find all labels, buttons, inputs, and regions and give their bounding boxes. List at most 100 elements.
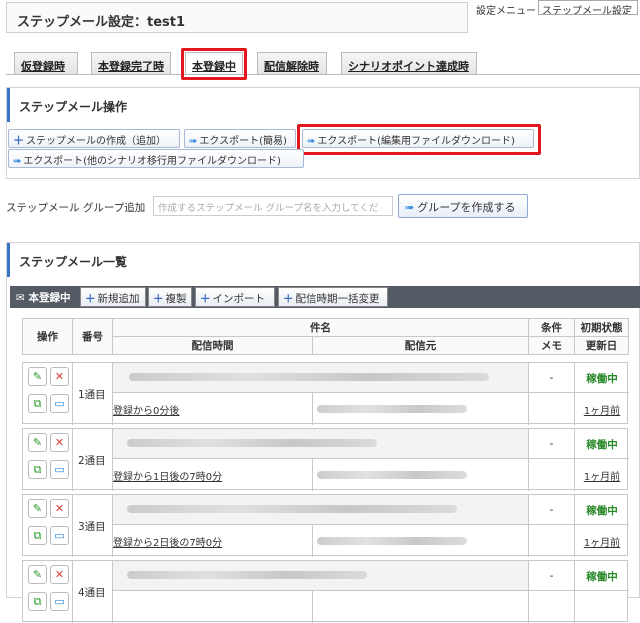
row-status: 稼働中 bbox=[575, 429, 629, 459]
export-simple-button[interactable]: ➠ エクスポート(簡易) bbox=[184, 129, 296, 148]
row-subject[interactable] bbox=[113, 363, 529, 393]
new-stepmail-button[interactable]: ＋新規追加 bbox=[80, 287, 146, 307]
plus-icon: ＋ bbox=[200, 293, 211, 305]
tab-scenario-point[interactable]: シナリオポイント達成時 bbox=[341, 52, 477, 74]
copy-icon[interactable]: ⧉ bbox=[28, 526, 47, 545]
row-actions: ✎ ✕ ⧉ ▭ bbox=[23, 363, 73, 425]
row-updated[interactable]: 1ヶ月前 bbox=[575, 525, 629, 557]
import-button[interactable]: ＋インポート bbox=[195, 287, 275, 307]
export-highlight-annotation bbox=[297, 124, 541, 155]
row-subject[interactable] bbox=[113, 495, 529, 525]
delete-icon[interactable]: ✕ bbox=[50, 367, 69, 386]
create-stepmail-button[interactable]: ＋ステップメールの作成（追加） bbox=[8, 129, 180, 148]
tab-highlight-annotation bbox=[181, 48, 247, 80]
edit-icon[interactable]: ✎ bbox=[28, 565, 47, 584]
row-timing[interactable]: 登録から2日後の7時0分 bbox=[113, 525, 313, 557]
copy-stepmail-label: 複製 bbox=[165, 293, 187, 305]
top-bar: ステップメール設定：test1 設定メニュー ステップメール設定 bbox=[0, 0, 640, 38]
create-group-label: グループを作成する bbox=[417, 201, 516, 214]
copy-icon[interactable]: ⧉ bbox=[28, 592, 47, 611]
row-timing[interactable]: 登録から0分後 bbox=[113, 393, 313, 425]
blurred-text bbox=[127, 505, 457, 513]
preview-icon[interactable]: ▭ bbox=[50, 460, 69, 479]
col-timing: 配信時間 bbox=[112, 336, 313, 355]
col-actions: 操作 bbox=[22, 318, 73, 355]
col-condition: 条件 bbox=[528, 318, 575, 337]
row-updated[interactable]: 1ヶ月前 bbox=[575, 459, 629, 491]
preview-icon[interactable]: ▭ bbox=[50, 526, 69, 545]
row-number: 3通目 bbox=[73, 495, 113, 557]
row-status: 稼働中 bbox=[575, 363, 629, 393]
row-subject[interactable] bbox=[113, 561, 529, 591]
col-sender: 配信元 bbox=[312, 336, 529, 355]
row-status: 稼働中 bbox=[575, 561, 629, 591]
bulk-change-button[interactable]: ＋配信時期一括変更 bbox=[278, 287, 388, 307]
blurred-text bbox=[129, 373, 489, 381]
group-name-input[interactable]: 作成するステップメール グループ名を入力してくだ bbox=[153, 196, 393, 216]
operations-heading: ステップメール操作 bbox=[7, 88, 639, 122]
col-memo: メモ bbox=[528, 336, 575, 355]
table-row: ✎ ✕ ⧉ ▭ 1通目 登録から0分後 - 稼働中 1ヶ月前 bbox=[22, 362, 629, 425]
row-subject[interactable] bbox=[113, 429, 529, 459]
export-simple-label: エクスポート(簡易) bbox=[199, 136, 287, 147]
preview-icon[interactable]: ▭ bbox=[50, 394, 69, 413]
col-subject: 件名 bbox=[112, 318, 529, 337]
state-tag-label: 本登録中 bbox=[28, 292, 71, 304]
row-memo bbox=[529, 591, 575, 623]
row-actions: ✎ ✕ ⧉ ▭ bbox=[23, 495, 73, 557]
plus-icon: ＋ bbox=[85, 293, 96, 305]
row-timing[interactable] bbox=[113, 591, 313, 623]
tab-unsubscribe[interactable]: 配信解除時 bbox=[257, 52, 327, 74]
arrow-right-icon: ➠ bbox=[13, 156, 22, 167]
tab-registration-complete[interactable]: 本登録完了時 bbox=[91, 52, 171, 74]
blurred-text bbox=[127, 439, 377, 447]
col-number: 番号 bbox=[72, 318, 113, 355]
arrow-right-icon: ➠ bbox=[189, 136, 198, 147]
row-condition: - bbox=[529, 495, 575, 525]
row-sender bbox=[313, 591, 529, 623]
group-add-label: ステップメール グループ追加 bbox=[6, 202, 146, 214]
delete-icon[interactable]: ✕ bbox=[50, 433, 69, 452]
blurred-text bbox=[317, 537, 467, 545]
row-number: 4通目 bbox=[73, 561, 113, 623]
new-stepmail-label: 新規追加 bbox=[97, 293, 140, 305]
preview-icon[interactable]: ▭ bbox=[50, 592, 69, 611]
create-stepmail-label: ステップメールの作成（追加） bbox=[26, 136, 166, 147]
tab-provisional[interactable]: 仮登録時 bbox=[14, 52, 78, 74]
table-row: ✎ ✕ ⧉ ▭ 4通目 - 稼働中 bbox=[22, 560, 629, 623]
delete-icon[interactable]: ✕ bbox=[50, 565, 69, 584]
row-condition: - bbox=[529, 429, 575, 459]
plus-icon: ＋ bbox=[283, 293, 294, 305]
copy-stepmail-button[interactable]: ＋複製 bbox=[148, 287, 192, 307]
stepmail-table: 操作 番号 件名 条件 初期状態 配信時間 配信元 メモ 更新日 bbox=[22, 318, 629, 355]
export-other-button[interactable]: ➠ エクスポート(他のシナリオ移行用ファイルダウンロード) bbox=[8, 149, 304, 168]
row-actions: ✎ ✕ ⧉ ▭ bbox=[23, 429, 73, 491]
settings-menu-select[interactable]: ステップメール設定 bbox=[538, 0, 638, 15]
create-group-button[interactable]: ➠ グループを作成する bbox=[398, 194, 528, 218]
row-number: 2通目 bbox=[73, 429, 113, 491]
row-updated[interactable]: 1ヶ月前 bbox=[575, 393, 629, 425]
row-sender bbox=[313, 393, 529, 425]
page-title: ステップメール設定：test1 bbox=[6, 2, 468, 33]
import-label: インポート bbox=[212, 293, 266, 305]
settings-menu-label: 設定メニュー bbox=[476, 6, 536, 17]
copy-icon[interactable]: ⧉ bbox=[28, 394, 47, 413]
mail-icon: ✉ bbox=[16, 292, 29, 304]
plus-icon: ＋ bbox=[13, 134, 24, 147]
edit-icon[interactable]: ✎ bbox=[28, 499, 47, 518]
row-memo bbox=[529, 393, 575, 425]
row-actions: ✎ ✕ ⧉ ▭ bbox=[23, 561, 73, 623]
blurred-text bbox=[127, 571, 367, 579]
row-condition: - bbox=[529, 561, 575, 591]
blurred-text bbox=[317, 405, 467, 413]
plus-icon: ＋ bbox=[153, 293, 164, 305]
edit-icon[interactable]: ✎ bbox=[28, 367, 47, 386]
edit-icon[interactable]: ✎ bbox=[28, 433, 47, 452]
delete-icon[interactable]: ✕ bbox=[50, 499, 69, 518]
list-toolbar: ✉ 本登録中 ＋新規追加 ＋複製 ＋インポート ＋配信時期一括変更 bbox=[10, 286, 640, 308]
tab-divider bbox=[6, 74, 640, 75]
row-memo bbox=[529, 525, 575, 557]
row-timing[interactable]: 登録から1日後の7時0分 bbox=[113, 459, 313, 491]
row-updated[interactable] bbox=[575, 591, 629, 623]
copy-icon[interactable]: ⧉ bbox=[28, 460, 47, 479]
